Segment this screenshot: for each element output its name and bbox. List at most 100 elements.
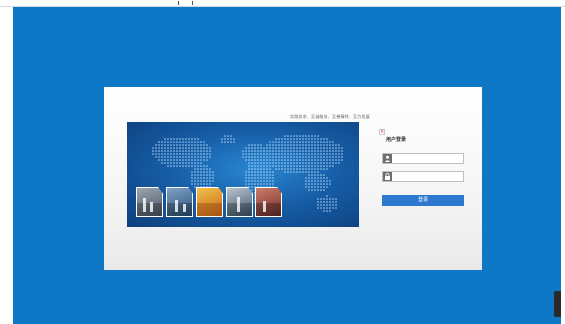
map-dot — [311, 177, 313, 179]
map-dot — [197, 174, 199, 176]
map-dot — [317, 180, 319, 182]
map-dot — [332, 153, 334, 155]
map-dot — [179, 153, 181, 155]
map-dot — [284, 135, 286, 137]
map-dot — [161, 156, 163, 158]
map-dot — [164, 150, 166, 152]
map-dot — [314, 189, 316, 191]
map-dot — [308, 189, 310, 191]
map-dot — [281, 153, 283, 155]
map-dot — [164, 153, 166, 155]
map-dot — [275, 162, 277, 164]
password-field[interactable] — [382, 171, 464, 182]
map-dot — [299, 168, 301, 170]
map-dot — [182, 153, 184, 155]
map-dot — [338, 150, 340, 152]
map-dot — [284, 153, 286, 155]
map-dot — [278, 156, 280, 158]
map-dot — [203, 144, 205, 146]
map-dot — [248, 183, 250, 185]
map-dot — [332, 147, 334, 149]
map-dot — [326, 153, 328, 155]
map-dot — [323, 159, 325, 161]
industry-photo-3 — [196, 187, 223, 217]
password-input[interactable] — [394, 172, 462, 181]
map-dot — [245, 180, 247, 182]
map-dot — [308, 156, 310, 158]
map-dot — [203, 177, 205, 179]
login-button[interactable]: 登录 — [382, 195, 464, 206]
map-dot — [275, 168, 277, 170]
map-dot — [251, 168, 253, 170]
map-dot — [272, 183, 274, 185]
map-dot — [191, 138, 193, 140]
map-dot — [272, 159, 274, 161]
login-title: 用户登录 — [386, 137, 407, 143]
map-dot — [329, 141, 331, 143]
map-dot — [185, 153, 187, 155]
map-dot — [299, 156, 301, 158]
map-dot — [230, 135, 232, 137]
map-dot — [179, 159, 181, 161]
map-dot — [311, 138, 313, 140]
map-dot — [335, 150, 337, 152]
map-dot — [254, 159, 256, 161]
map-dot — [338, 159, 340, 161]
map-dot — [176, 165, 178, 167]
map-dot — [182, 138, 184, 140]
map-dot — [326, 165, 328, 167]
map-dot — [278, 150, 280, 152]
map-dot — [248, 153, 250, 155]
map-dot — [305, 135, 307, 137]
map-dot — [290, 135, 292, 137]
map-dot — [206, 144, 208, 146]
map-dot — [251, 144, 253, 146]
map-dot — [227, 135, 229, 137]
map-dot — [299, 150, 301, 152]
map-dot — [182, 156, 184, 158]
map-dot — [266, 147, 268, 149]
map-dot — [266, 174, 268, 176]
map-dot — [296, 159, 298, 161]
map-dot — [296, 168, 298, 170]
map-dot — [197, 144, 199, 146]
username-input[interactable] — [394, 154, 462, 163]
map-dot — [191, 153, 193, 155]
map-dot — [293, 135, 295, 137]
map-dot — [329, 165, 331, 167]
side-scroll-handle[interactable] — [554, 291, 561, 317]
map-dot — [155, 144, 157, 146]
map-dot — [320, 183, 322, 185]
close-icon[interactable]: × — [379, 129, 385, 135]
map-dot — [161, 159, 163, 161]
map-dot — [179, 165, 181, 167]
map-dot — [221, 138, 223, 140]
map-dot — [248, 165, 250, 167]
map-dot — [203, 156, 205, 158]
map-dot — [278, 138, 280, 140]
map-dot — [263, 162, 265, 164]
username-field[interactable] — [382, 153, 464, 164]
map-dot — [266, 183, 268, 185]
map-dot — [323, 141, 325, 143]
map-dot — [293, 144, 295, 146]
map-dot — [269, 162, 271, 164]
map-dot — [305, 186, 307, 188]
map-dot — [293, 153, 295, 155]
map-dot — [335, 153, 337, 155]
map-dot — [167, 162, 169, 164]
map-dot — [251, 177, 253, 179]
map-dot — [290, 168, 292, 170]
map-dot — [314, 138, 316, 140]
map-dot — [200, 177, 202, 179]
map-dot — [197, 177, 199, 179]
map-dot — [185, 147, 187, 149]
map-dot — [287, 141, 289, 143]
map-dot — [317, 150, 319, 152]
map-dot — [320, 201, 322, 203]
map-dot — [161, 144, 163, 146]
map-dot — [326, 180, 328, 182]
map-dot — [314, 183, 316, 185]
map-dot — [203, 150, 205, 152]
map-dot — [320, 156, 322, 158]
